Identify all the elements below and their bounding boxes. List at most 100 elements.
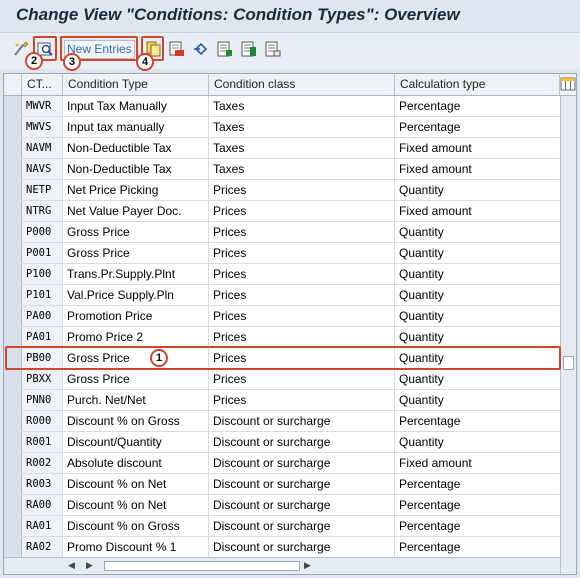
column-header-ct[interactable]: CT... — [22, 74, 63, 95]
select-all-column-header[interactable] — [4, 74, 22, 95]
table-row[interactable]: P001 Gross Price Prices Quantity — [4, 243, 560, 264]
deselect-all-icon[interactable] — [264, 40, 282, 58]
condition-class: Taxes — [209, 96, 395, 116]
condition-type-name: Discount % on Gross — [63, 411, 209, 431]
scroll-right-icon[interactable]: ▶ — [86, 560, 93, 571]
calculation-type: Quantity — [399, 225, 444, 239]
undo-change-icon[interactable] — [192, 40, 210, 58]
calculation-type: Quantity — [399, 372, 444, 386]
table-row[interactable]: RA02 Promo Discount % 1 Discount or surcha… — [4, 537, 560, 558]
row-selector[interactable] — [4, 96, 22, 116]
condition-type-code: MWVS — [22, 117, 63, 137]
condition-type-name: Discount % on Gross — [63, 516, 209, 536]
row-selector[interactable] — [4, 138, 22, 158]
table-row[interactable]: PB00 Gross Price Prices Quantity 1 — [4, 346, 561, 370]
row-selector[interactable] — [4, 117, 22, 137]
table-row[interactable]: R000 Discount % on Gross Discount or surch… — [4, 411, 560, 432]
row-selector[interactable] — [4, 243, 22, 263]
calculation-type: Percentage — [399, 414, 461, 428]
row-selector[interactable] — [4, 453, 22, 473]
table-row[interactable]: RA01 Discount % on Gross Discount or surch… — [4, 516, 560, 537]
column-header-condition-type[interactable]: Condition Type — [63, 74, 209, 95]
row-selector[interactable] — [4, 432, 22, 452]
condition-type-code: R001 — [22, 432, 63, 452]
condition-class: Prices — [209, 327, 395, 347]
table-row[interactable]: NETP Net Price Picking Prices Quantity — [4, 180, 560, 201]
scroll-left-icon[interactable]: ◀ — [68, 560, 75, 571]
table-row[interactable]: PA01 Promo Price 2 Prices Quantity — [4, 327, 560, 348]
condition-type-name: Gross Price — [63, 243, 209, 263]
condition-type-code: P000 — [22, 222, 63, 242]
table-settings-icon[interactable] — [560, 76, 576, 92]
row-selector[interactable] — [4, 180, 22, 200]
table-row[interactable]: MWVR Input Tax Manually Taxes Percentage — [4, 96, 560, 117]
condition-type-name: Discount % on Net — [63, 474, 209, 494]
table-row[interactable]: R002 Absolute discount Discount or surchar… — [4, 453, 560, 474]
condition-type-code: PNN0 — [22, 390, 63, 410]
row-selector[interactable] — [4, 285, 22, 305]
row-selector[interactable] — [4, 159, 22, 179]
annotation-badge-4: 4 — [136, 53, 154, 71]
row-selector[interactable] — [4, 306, 22, 326]
table-row[interactable]: MWVS Input tax manually Taxes Percentage — [4, 117, 560, 138]
row-selector[interactable] — [4, 390, 22, 410]
condition-class: Taxes — [209, 159, 395, 179]
condition-type-name: Non-Deductible Tax — [63, 138, 209, 158]
condition-class: Discount or surcharge — [209, 411, 395, 431]
condition-class: Discount or surcharge — [209, 474, 395, 494]
condition-type-name: Promo Discount % 1 — [63, 537, 209, 557]
row-selector[interactable] — [4, 537, 22, 557]
delete-icon[interactable] — [168, 40, 186, 58]
calculation-type: Quantity — [399, 351, 444, 365]
condition-class: Prices — [209, 222, 395, 242]
table-row[interactable]: PBXX Gross Price Prices Quantity — [4, 369, 560, 390]
condition-class: Discount or surcharge — [209, 453, 395, 473]
vertical-scrollbar[interactable] — [560, 96, 576, 574]
condition-type-code: PA01 — [22, 327, 63, 347]
column-header-calculation-type[interactable]: Calculation type — [395, 74, 560, 95]
select-all-icon[interactable] — [216, 40, 234, 58]
horizontal-scrollbar[interactable]: ◀ ▶ ▶ — [4, 557, 560, 574]
calculation-type: Percentage — [399, 498, 461, 512]
condition-type-name: Input Tax Manually — [63, 96, 209, 116]
column-header-condition-class[interactable]: Condition class — [209, 74, 395, 95]
calculation-type: Percentage — [399, 519, 461, 533]
row-selector[interactable] — [4, 516, 22, 536]
condition-type-code: NTRG — [22, 201, 63, 221]
table-row[interactable]: R001 Discount/Quantity Discount or surchar… — [4, 432, 560, 453]
condition-type-code: R000 — [22, 411, 63, 431]
row-selector[interactable] — [4, 495, 22, 515]
row-selector[interactable] — [4, 201, 22, 221]
condition-class: Prices — [209, 201, 395, 221]
table-row[interactable]: RA00 Discount % on Net Discount or surchar… — [4, 495, 560, 516]
condition-type-name: Val.Price Supply.Pln — [63, 285, 209, 305]
vertical-scroll-thumb[interactable] — [563, 356, 574, 370]
row-selector[interactable] — [4, 264, 22, 284]
table-row[interactable]: P000 Gross Price Prices Quantity — [4, 222, 560, 243]
scroll-end-icon[interactable]: ▶ — [304, 560, 311, 571]
row-selector[interactable] — [4, 411, 22, 431]
condition-type-name: Purch. Net/Net — [63, 390, 209, 410]
condition-type-code: RA02 — [22, 537, 63, 557]
row-selector[interactable] — [4, 474, 22, 494]
table-row[interactable]: P101 Val.Price Supply.Pln Prices Quantity — [4, 285, 560, 306]
table-row[interactable]: NAVS Non-Deductible Tax Taxes Fixed amount — [4, 159, 560, 180]
table-row[interactable]: R003 Discount % on Net Discount or surchar… — [4, 474, 560, 495]
calculation-type: Fixed amount — [399, 162, 472, 176]
table-row[interactable]: P100 Trans.Pr.Supply.Plnt Prices Quantity — [4, 264, 560, 285]
table-row[interactable]: NTRG Net Value Payer Doc. Prices Fixed amou… — [4, 201, 560, 222]
table-row[interactable]: PA00 Promotion Price Prices Quantity — [4, 306, 560, 327]
condition-class: Discount or surcharge — [209, 516, 395, 536]
calculation-type: Fixed amount — [399, 204, 472, 218]
row-selector[interactable] — [4, 348, 22, 368]
horizontal-scroll-thumb[interactable] — [104, 561, 300, 571]
select-block-icon[interactable] — [240, 40, 258, 58]
annotation-badge-2: 2 — [25, 52, 43, 70]
row-selector[interactable] — [4, 222, 22, 242]
row-selector[interactable] — [4, 369, 22, 389]
table-row[interactable]: PNN0 Purch. Net/Net Prices Quantity — [4, 390, 560, 411]
row-selector[interactable] — [4, 327, 22, 347]
calculation-type: Fixed amount — [399, 141, 472, 155]
table-row[interactable]: NAVM Non-Deductible Tax Taxes Fixed amount — [4, 138, 560, 159]
condition-type-name: Trans.Pr.Supply.Plnt — [63, 264, 209, 284]
